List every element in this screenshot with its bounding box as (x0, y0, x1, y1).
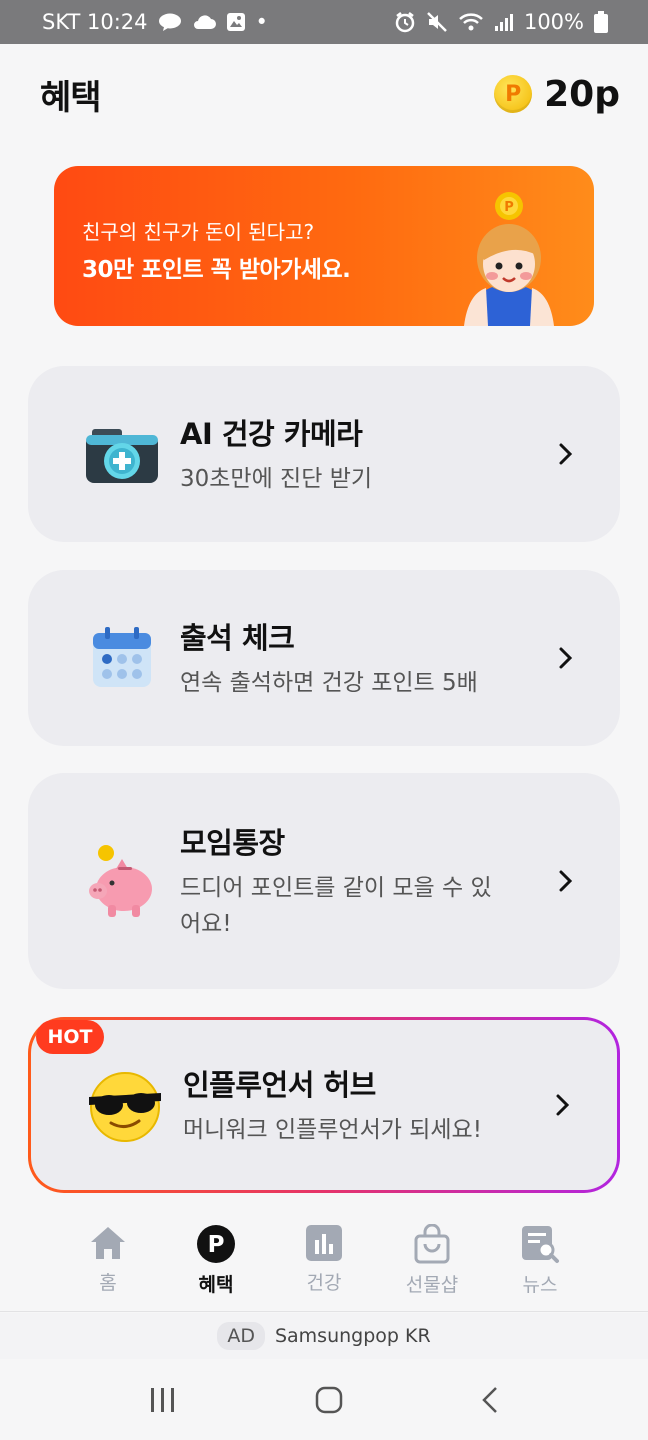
card-title: 모임통장 (180, 826, 285, 860)
sunglasses-emoji-icon (77, 1067, 173, 1143)
medical-camera-icon (74, 421, 170, 487)
points-icon: P (197, 1225, 235, 1263)
alarm-icon (394, 11, 416, 33)
card-desc: 머니워크 인플루언서가 되세요! (183, 1117, 482, 1143)
home-button-icon[interactable] (314, 1385, 344, 1415)
nav-gift-shop[interactable]: 선물샵 (378, 1212, 486, 1311)
calendar-icon (74, 625, 170, 691)
coin-letter: P (505, 81, 522, 107)
card-desc: 드디어 포인트를 같이 모을 수 있어요! (180, 875, 492, 937)
coin-icon: P (494, 75, 533, 113)
chevron-right-icon (543, 1093, 583, 1117)
nav-label: 홈 (99, 1272, 117, 1294)
home-icon (91, 1227, 125, 1259)
news-icon (522, 1226, 559, 1263)
wifi-icon (458, 12, 484, 32)
status-right: 100% (394, 10, 608, 34)
page-title: 혜택 (40, 77, 102, 118)
banner-headline: 30만 포인트 꼭 받아가세요. (82, 257, 351, 283)
svg-text:P: P (504, 200, 514, 215)
nav-news[interactable]: 뉴스 (486, 1212, 594, 1311)
battery-icon (594, 11, 608, 33)
notification-dot: • (255, 10, 268, 34)
chevron-right-icon (546, 442, 586, 466)
carrier-time: SKT 10:24 (42, 10, 148, 34)
character-illustration: P (464, 192, 554, 326)
status-left: SKT 10:24 • (42, 10, 268, 34)
chevron-right-icon (546, 646, 586, 670)
nav-benefits[interactable]: P 혜택 (162, 1212, 270, 1311)
nav-home[interactable]: 홈 (54, 1212, 162, 1311)
recent-apps-icon[interactable] (148, 1386, 178, 1414)
shopping-bag-icon (414, 1224, 450, 1264)
nav-label: 건강 (306, 1272, 342, 1294)
promo-banner[interactable]: 친구의 친구가 돈이 된다고? 30만 포인트 꼭 받아가세요. P (54, 166, 594, 326)
ad-tag: AD (217, 1322, 265, 1350)
app-header: 혜택 P 20p (0, 44, 648, 144)
nav-health[interactable]: 건강 (270, 1212, 378, 1311)
banner-subtitle: 친구의 친구가 돈이 된다고? (82, 220, 315, 244)
points-balance[interactable]: P 20p (494, 74, 620, 115)
chart-icon (306, 1225, 342, 1261)
card-influencer-hub[interactable]: 인플루언서 허브 머니워크 인플루언서가 되세요! (28, 1017, 620, 1193)
hot-badge: HOT (36, 1020, 104, 1054)
piggy-bank-icon (74, 841, 170, 921)
battery-percent: 100% (523, 10, 584, 34)
bottom-nav: 홈 P 혜택 건강 선물샵 뉴스 (0, 1212, 648, 1312)
gallery-icon (226, 12, 246, 32)
card-title: 출석 체크 (180, 621, 295, 655)
card-desc: 연속 출석하면 건강 포인트 5배 (180, 670, 478, 696)
card-text: 인플루언서 허브 머니워크 인플루언서가 되세요! (183, 1062, 543, 1148)
signal-icon (494, 12, 514, 32)
card-ai-health-camera[interactable]: AI 건강 카메라 30초만에 진단 받기 (28, 366, 620, 542)
card-group-account[interactable]: 모임통장 드디어 포인트를 같이 모을 수 있어요! (28, 773, 620, 989)
talk-icon (158, 13, 182, 31)
system-nav-bar (0, 1359, 648, 1440)
ad-bar[interactable]: AD Samsungpop KR (0, 1313, 648, 1359)
points-value: 20p (544, 73, 620, 115)
nav-label: 혜택 (198, 1274, 234, 1296)
card-desc: 30초만에 진단 받기 (180, 466, 373, 492)
card-title: AI 건강 카메라 (180, 417, 363, 451)
card-text: 모임통장 드디어 포인트를 같이 모을 수 있어요! (180, 820, 546, 942)
ad-text: Samsungpop KR (274, 1325, 431, 1347)
card-text: 출석 체크 연속 출석하면 건강 포인트 5배 (180, 615, 546, 701)
chevron-right-icon (546, 869, 586, 893)
cloud-icon (192, 14, 216, 30)
svg-text:P: P (208, 1232, 225, 1258)
card-text: AI 건강 카메라 30초만에 진단 받기 (180, 411, 546, 497)
back-icon[interactable] (480, 1385, 500, 1415)
nav-label: 뉴스 (522, 1274, 558, 1296)
card-title: 인플루언서 허브 (183, 1068, 376, 1102)
mute-icon (426, 11, 448, 33)
card-attendance-check[interactable]: 출석 체크 연속 출석하면 건강 포인트 5배 (28, 570, 620, 746)
status-bar: SKT 10:24 • 100% (0, 0, 648, 44)
nav-label: 선물샵 (405, 1274, 459, 1296)
